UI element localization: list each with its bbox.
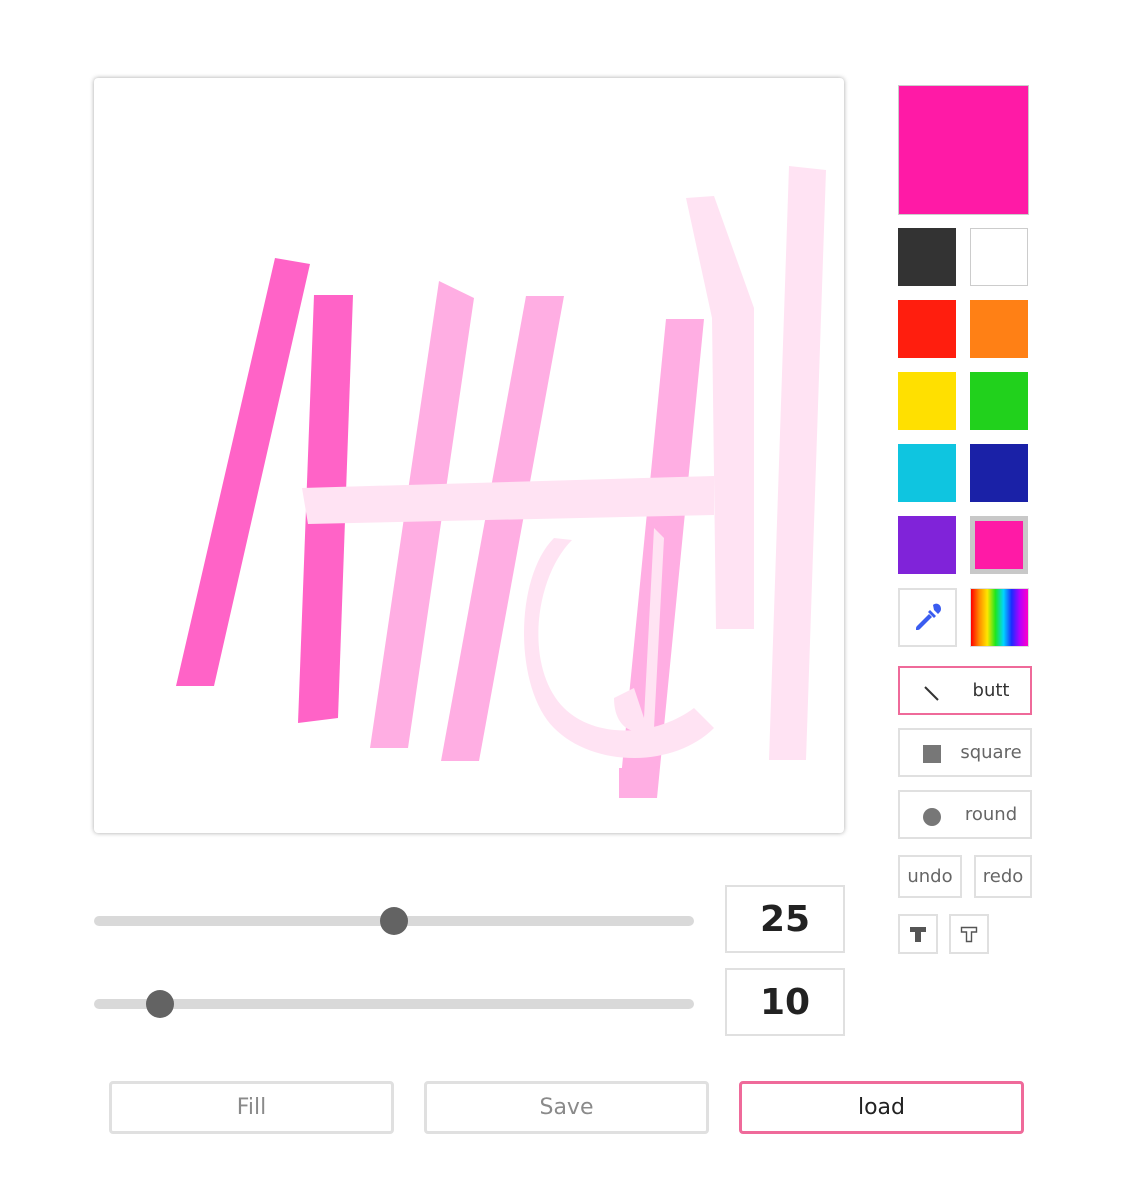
stroke bbox=[769, 166, 826, 760]
stroke bbox=[686, 196, 754, 629]
eyedropper-icon bbox=[915, 603, 941, 630]
swatch-red[interactable] bbox=[898, 300, 956, 358]
size-slider[interactable] bbox=[94, 907, 694, 935]
cap-square-button[interactable]: square bbox=[898, 728, 1032, 777]
swatch-white[interactable] bbox=[970, 228, 1028, 286]
canvas-strokes bbox=[176, 166, 826, 798]
swatch-green[interactable] bbox=[970, 372, 1028, 430]
cap-round-label: round bbox=[964, 804, 1018, 825]
text-bold-icon bbox=[910, 927, 926, 942]
swatch-pink-selected[interactable] bbox=[970, 516, 1028, 574]
swatch-purple[interactable] bbox=[898, 516, 956, 574]
current-color-preview bbox=[898, 85, 1029, 215]
save-label: Save bbox=[539, 1095, 594, 1120]
redo-button[interactable]: redo bbox=[974, 855, 1032, 898]
redo-label: redo bbox=[982, 866, 1024, 887]
text-bold-button[interactable] bbox=[898, 914, 938, 954]
opacity-slider[interactable] bbox=[94, 990, 694, 1018]
cap-butt-button[interactable]: butt bbox=[898, 666, 1032, 715]
text-outline-icon bbox=[960, 926, 978, 943]
round-cap-icon bbox=[923, 808, 941, 826]
cap-round-button[interactable]: round bbox=[898, 790, 1032, 839]
save-button[interactable]: Save bbox=[424, 1081, 709, 1134]
stroke bbox=[524, 538, 714, 758]
text-outline-button[interactable] bbox=[949, 914, 989, 954]
opacity-slider-thumb[interactable] bbox=[146, 990, 174, 1018]
stroke bbox=[176, 258, 310, 686]
undo-label: undo bbox=[907, 866, 953, 887]
square-cap-icon bbox=[923, 745, 941, 763]
undo-button[interactable]: undo bbox=[898, 855, 962, 898]
butt-cap-icon bbox=[924, 686, 939, 701]
size-slider-thumb[interactable] bbox=[380, 907, 408, 935]
color-spectrum-icon[interactable] bbox=[970, 588, 1029, 647]
swatch-orange[interactable] bbox=[970, 300, 1028, 358]
size-value: 25 bbox=[725, 885, 845, 953]
eyedropper-button[interactable] bbox=[898, 588, 957, 647]
stroke bbox=[619, 768, 657, 798]
cap-butt-label: butt bbox=[972, 680, 1010, 701]
swatch-navy[interactable] bbox=[970, 444, 1028, 502]
fill-label: Fill bbox=[236, 1095, 267, 1120]
load-label: load bbox=[857, 1095, 906, 1120]
swatch-dark-gray[interactable] bbox=[898, 228, 956, 286]
load-button[interactable]: load bbox=[739, 1081, 1024, 1134]
drawing-canvas[interactable] bbox=[94, 78, 844, 833]
swatch-cyan[interactable] bbox=[898, 444, 956, 502]
swatch-pink-fill bbox=[975, 521, 1023, 569]
opacity-value: 10 bbox=[725, 968, 845, 1036]
swatch-yellow[interactable] bbox=[898, 372, 956, 430]
fill-button[interactable]: Fill bbox=[109, 1081, 394, 1134]
cap-square-label: square bbox=[960, 742, 1022, 763]
